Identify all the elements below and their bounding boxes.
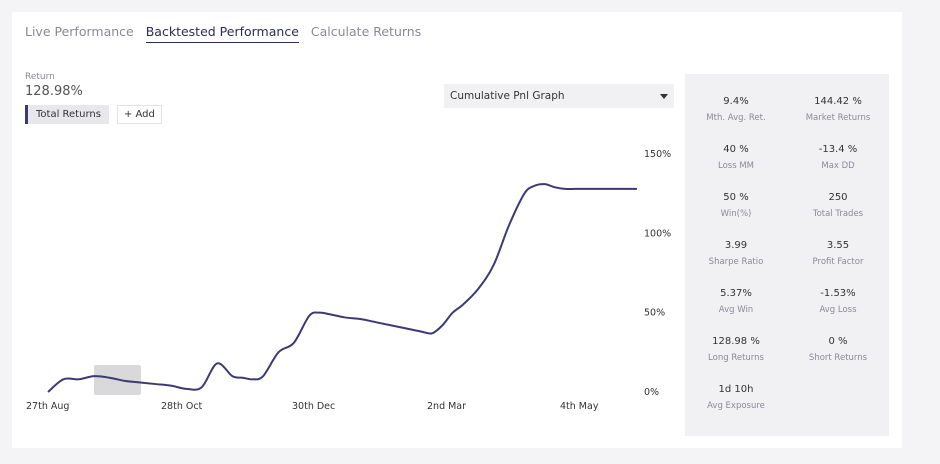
stat-label: Loss MM (717, 161, 754, 171)
x-tick-label: 2nd Mar (427, 401, 466, 412)
stat-item: 128.98 % Long Returns (685, 336, 787, 363)
stat-value: -13.4 % (818, 144, 858, 155)
stat-label: Short Returns (808, 353, 868, 363)
performance-card: Live Performance Backtested Performance … (12, 12, 902, 448)
stat-value: -1.53% (820, 288, 856, 299)
stat-value: 3.55 (826, 240, 850, 251)
stat-item: 5.37% Avg Win (685, 288, 787, 315)
stat-label: Max DD (821, 161, 855, 171)
stat-label: Market Returns (805, 113, 871, 123)
stat-value: 50 % (723, 192, 749, 203)
y-tick-label: 0% (644, 387, 659, 398)
stat-item: 1d 10h Avg Exposure (685, 384, 787, 411)
stat-value: 40 % (723, 144, 749, 155)
stat-value: 9.4% (723, 96, 749, 107)
stat-label: Long Returns (708, 353, 764, 363)
stat-label: Total Trades (812, 209, 864, 219)
stat-item: 144.42 % Market Returns (787, 96, 889, 123)
stat-label: Mth. Avg. Ret. (706, 113, 766, 123)
stat-label: Avg Exposure (707, 401, 765, 411)
x-tick-label: 30th Dec (292, 401, 335, 412)
stat-label: Win(%) (720, 209, 752, 219)
stat-item: 250 Total Trades (787, 192, 889, 219)
stat-value: 0 % (828, 336, 848, 347)
pnl-series-line (47, 183, 637, 393)
stat-value: 144.42 % (814, 96, 862, 107)
stat-label: Avg Win (718, 305, 754, 315)
stat-item: -13.4 % Max DD (787, 144, 889, 171)
y-tick-label: 150% (644, 149, 671, 160)
stat-item: 40 % Loss MM (685, 144, 787, 171)
stat-value: 250 (828, 192, 848, 203)
stat-value: 128.98 % (712, 336, 760, 347)
stat-label: Sharpe Ratio (708, 257, 764, 267)
stat-item: 3.99 Sharpe Ratio (685, 240, 787, 267)
y-tick-label: 50% (644, 308, 665, 319)
stat-label: Profit Factor (812, 257, 864, 267)
x-tick-label: 4th May (560, 401, 599, 412)
x-tick-label: 28th Oct (161, 401, 203, 412)
stat-item: 9.4% Mth. Avg. Ret. (685, 96, 787, 123)
stats-panel: 9.4% Mth. Avg. Ret. 144.42 % Market Returns… (685, 74, 889, 436)
stat-item: -1.53% Avg Loss (787, 288, 889, 315)
y-tick-label: 100% (644, 228, 671, 239)
stat-item: 3.55 Profit Factor (787, 240, 889, 267)
stat-value: 3.99 (724, 240, 748, 251)
stat-value: 1d 10h (718, 384, 754, 395)
stat-item: 50 % Win(%) (685, 192, 787, 219)
stat-value: 5.37% (720, 288, 752, 299)
x-tick-label: 27th Aug (26, 401, 69, 412)
stat-label: Avg Loss (819, 305, 857, 315)
stat-item: 0 % Short Returns (787, 336, 889, 363)
